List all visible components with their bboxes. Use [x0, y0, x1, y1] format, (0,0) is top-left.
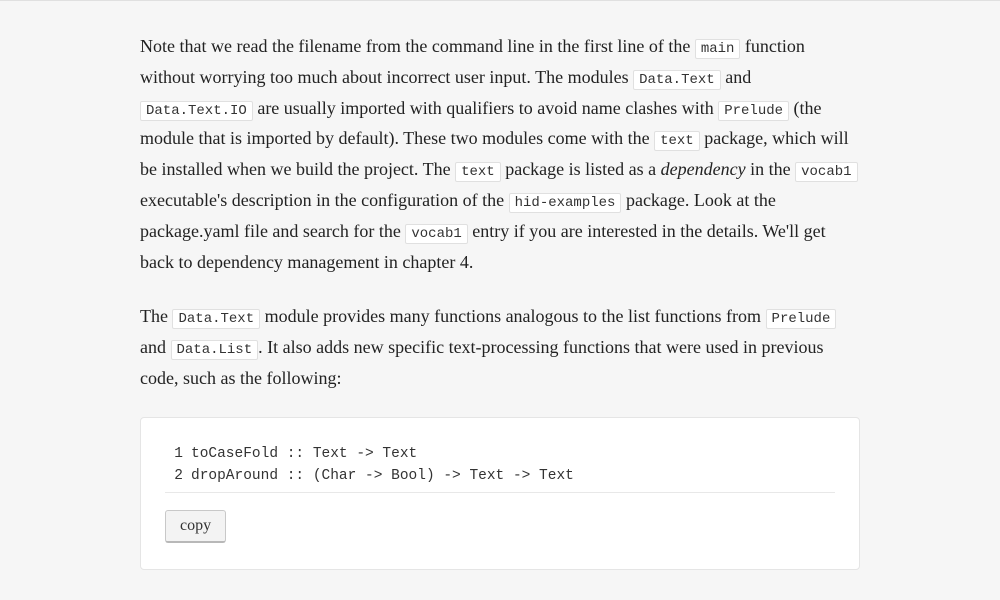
paragraph-2: The Data.Text module provides many funct…: [140, 301, 860, 393]
paragraph-1: Note that we read the filename from the …: [140, 31, 860, 277]
code-data-text-2: Data.Text: [172, 309, 260, 329]
code-text-pkg2: text: [455, 162, 501, 182]
text-run: and: [140, 337, 171, 357]
text-run: module provides many functions analogous…: [260, 306, 765, 326]
text-run: The: [140, 306, 172, 326]
code-prelude: Prelude: [718, 101, 789, 121]
code-vocab1-2: vocab1: [405, 224, 467, 244]
code-block: 1 toCaseFold :: Text -> Text 2 dropAround …: [140, 417, 860, 570]
code-prelude-2: Prelude: [766, 309, 837, 329]
code-vocab1: vocab1: [795, 162, 857, 182]
code-hid-examples: hid-examples: [509, 193, 622, 213]
copy-button[interactable]: copy: [165, 510, 226, 543]
line-number: 2: [165, 466, 183, 488]
text-run: in the: [746, 159, 796, 179]
code-data-text-io: Data.Text.IO: [140, 101, 253, 121]
text-run: executable's description in the configur…: [140, 190, 509, 210]
text-run: Note that we read the filename from the …: [140, 36, 695, 56]
emphasis-dependency: dependency: [661, 159, 746, 179]
text-run: and: [721, 67, 752, 87]
text-run: are usually imported with qualifiers to …: [253, 98, 718, 118]
code-data-text: Data.Text: [633, 70, 721, 90]
line-number: 1: [165, 444, 183, 466]
code-lines-container: 1 toCaseFold :: Text -> Text 2 dropAround …: [165, 444, 835, 493]
code-main: main: [695, 39, 741, 59]
code-text: dropAround :: (Char -> Bool) -> Text -> …: [191, 466, 574, 488]
code-data-list: Data.List: [171, 340, 259, 360]
code-line: 1 toCaseFold :: Text -> Text: [165, 444, 835, 466]
code-text-pkg: text: [654, 131, 700, 151]
text-run: package is listed as a: [501, 159, 661, 179]
code-text: toCaseFold :: Text -> Text: [191, 444, 417, 466]
code-line: 2 dropAround :: (Char -> Bool) -> Text ->…: [165, 466, 835, 488]
document-content: Note that we read the filename from the …: [130, 31, 870, 570]
